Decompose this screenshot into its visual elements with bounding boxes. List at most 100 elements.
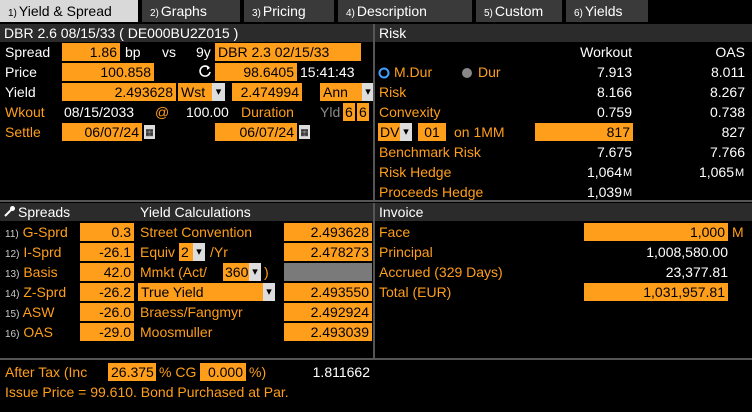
- convexity-oas: 0.738: [709, 104, 745, 120]
- benchmark-field[interactable]: DBR 2.3 02/15/33: [215, 43, 361, 61]
- spread-item[interactable]: 16) OAS: [5, 324, 53, 340]
- tab-graphs[interactable]: 2) Graphs: [142, 0, 242, 22]
- true-yield-dropdown-icon[interactable]: ▾: [263, 283, 275, 301]
- income-tax-field[interactable]: 26.375: [108, 363, 156, 381]
- spread-item[interactable]: 14) Z-Sprd: [5, 284, 66, 300]
- braess-label: Braess/Fangmyr: [140, 304, 243, 320]
- equiv-value[interactable]: 2.478273: [284, 243, 372, 261]
- invoice-header: Invoice: [376, 203, 752, 221]
- yield-type-field[interactable]: Wst: [178, 83, 212, 101]
- equiv-dropdown-icon[interactable]: ▾: [193, 243, 205, 261]
- refresh-icon[interactable]: [197, 63, 213, 79]
- dv-bp-field[interactable]: 01: [418, 123, 446, 141]
- price-field[interactable]: 100.858: [62, 63, 154, 81]
- yield-calc-title: Yield Calculations: [140, 204, 251, 220]
- divider: [373, 24, 375, 202]
- spreads-title: Spreads: [18, 204, 71, 220]
- tab-yields[interactable]: 6) Yields: [566, 0, 650, 22]
- true-yield-value[interactable]: 2.493550: [284, 283, 372, 301]
- equiv-suffix: /Yr: [210, 244, 228, 260]
- dv-dropdown-icon[interactable]: ▾: [400, 123, 412, 141]
- tab-bar: 1) Yield & Spread 2) Graphs 3) Pricing 4) De…: [0, 0, 752, 23]
- benchmark-risk-label: Benchmark Risk: [379, 144, 481, 160]
- proceeds-hedge-label: Proceeds Hedge: [379, 184, 484, 200]
- spread-item-value[interactable]: -26.1: [80, 243, 134, 261]
- risk-hedge-label: Risk Hedge: [379, 164, 452, 180]
- benchmark-price-field[interactable]: 98.6405: [215, 63, 297, 81]
- yield-type-dropdown-icon[interactable]: ▾: [212, 83, 225, 101]
- benchmark-yield-field[interactable]: 2.474994: [232, 83, 302, 101]
- equiv-freq-field[interactable]: 2: [179, 243, 193, 261]
- tab-number: 2): [150, 8, 159, 19]
- spread-item-num: 16): [5, 329, 20, 340]
- tab-label: Pricing: [262, 3, 306, 19]
- yld-field-1[interactable]: 6: [343, 103, 355, 121]
- spread-item-num: 12): [5, 249, 20, 260]
- tab-description[interactable]: 4) Description: [338, 0, 474, 22]
- face-field[interactable]: 1,000: [584, 223, 728, 241]
- mmkt-dropdown-icon[interactable]: ▾: [249, 263, 261, 281]
- street-convention-value[interactable]: 2.493628: [284, 223, 372, 241]
- risk-hedge-oas-unit: M: [735, 167, 745, 179]
- yld-field-2[interactable]: 6: [357, 103, 369, 121]
- accrued-value: 23,377.81: [665, 264, 728, 280]
- risk-col-workout: Workout: [580, 44, 632, 60]
- spread-item-value[interactable]: -29.0: [80, 323, 134, 341]
- spread-item-value[interactable]: 42.0: [80, 263, 134, 281]
- settle-label: Settle: [5, 124, 41, 140]
- compounding-field[interactable]: Ann: [320, 83, 362, 101]
- settle-date-field[interactable]: 06/07/24: [62, 123, 142, 141]
- spread-item-value[interactable]: -26.0: [80, 303, 134, 321]
- dv-workout-field[interactable]: 817: [535, 123, 633, 141]
- spread-item-num: 11): [5, 229, 19, 240]
- proceeds-hedge-workout: 1,039: [586, 184, 622, 200]
- mmkt-value[interactable]: [284, 263, 372, 281]
- yield-calc-header: Yield Calculations: [136, 203, 378, 221]
- cg-tax-field[interactable]: 0.000: [200, 363, 246, 381]
- dv-field[interactable]: DV: [378, 123, 400, 141]
- issue-note: Issue Price = 99.610. Bond Purchased at …: [5, 384, 289, 400]
- spread-item-num: 14): [5, 289, 20, 300]
- tab-yield-spread[interactable]: 1) Yield & Spread: [0, 0, 140, 22]
- spread-item-value[interactable]: -26.2: [80, 283, 134, 301]
- principal-label: Principal: [379, 244, 433, 260]
- mdur-label: M.Dur: [394, 64, 433, 80]
- equiv-label: Equiv: [140, 244, 176, 260]
- spread-field[interactable]: 1.86: [62, 43, 120, 61]
- moosmuller-value[interactable]: 2.493039: [284, 323, 372, 341]
- spread-item-label: Basis: [23, 264, 58, 280]
- braess-value[interactable]: 2.492924: [284, 303, 372, 321]
- spread-unit: bp: [125, 44, 141, 60]
- calendar-icon[interactable]: ▦: [143, 124, 156, 140]
- settle-date-field-2[interactable]: 06/07/24: [215, 123, 297, 141]
- spread-item[interactable]: 12) I-Sprd: [5, 244, 61, 260]
- street-convention-label: Street Convention: [140, 224, 253, 240]
- face-unit: M: [732, 224, 744, 240]
- invoice-title: Invoice: [379, 204, 424, 220]
- calendar-icon[interactable]: ▦: [298, 124, 311, 140]
- tab-label: Custom: [494, 3, 544, 19]
- spread-item[interactable]: 15) ASW: [5, 304, 54, 320]
- tab-pricing[interactable]: 3) Pricing: [244, 0, 336, 22]
- dur-radio-icon[interactable]: [461, 66, 473, 78]
- dv-on-label: on 1MM: [454, 124, 505, 140]
- yield-field[interactable]: 2.493628: [62, 83, 176, 101]
- workout-date: 08/15/2033: [64, 104, 135, 120]
- tab-custom[interactable]: 5) Custom: [476, 0, 564, 22]
- spread-item-value[interactable]: 0.3: [80, 223, 134, 241]
- spread-item[interactable]: 11) G-Sprd: [5, 224, 68, 240]
- true-yield-field[interactable]: True Yield: [138, 283, 263, 301]
- total-label: Total (EUR): [379, 284, 452, 300]
- yield-label: Yield: [5, 84, 36, 100]
- benchmark-term: 9y: [196, 44, 211, 60]
- mmkt-basis-field[interactable]: 360: [223, 263, 249, 281]
- principal-value: 1,008,580.00: [646, 244, 728, 260]
- workout-label: Wkout: [5, 104, 45, 120]
- spread-item[interactable]: 13) Basis: [5, 264, 58, 280]
- security-title: DBR 2.6 08/15/33 ( DE000BU2Z015 ): [4, 25, 239, 41]
- price-label: Price: [5, 64, 37, 80]
- after-tax-value: 1.811662: [312, 364, 370, 380]
- mdur-radio-icon[interactable]: [378, 66, 390, 79]
- total-value[interactable]: 1,031,957.81: [584, 283, 728, 301]
- risk-row-oas: 8.267: [709, 84, 745, 100]
